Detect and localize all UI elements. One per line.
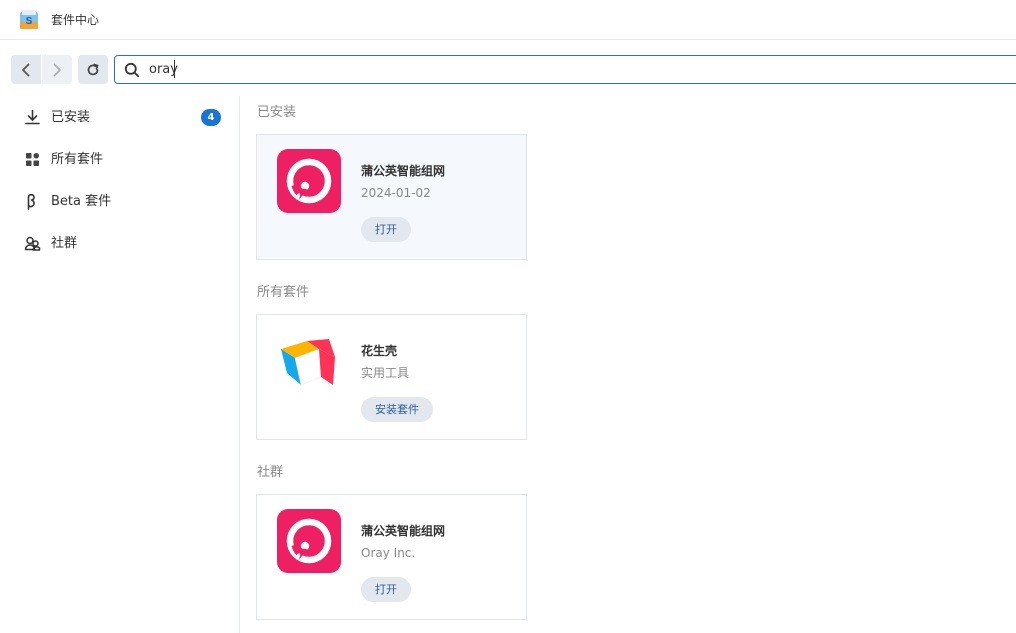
search-input[interactable] — [149, 59, 849, 80]
pgy-logo-icon — [277, 509, 341, 573]
pgy-logo-icon — [277, 149, 341, 213]
toolbar — [0, 40, 1016, 96]
refresh-icon — [87, 63, 99, 75]
community-icon — [24, 235, 41, 252]
section-title-installed: 已安装 — [257, 105, 297, 120]
chevron-left-icon — [22, 63, 30, 76]
hsk-cube-logo-icon — [277, 329, 341, 393]
window-title: 套件中心 — [51, 13, 100, 27]
sidebar-item-label: 已安装 — [51, 110, 91, 125]
package-name: 蒲公英智能组网 — [361, 524, 446, 538]
search-icon — [124, 62, 140, 82]
sidebar-item-installed[interactable]: 已安装 4 — [0, 97, 239, 137]
chevron-right-icon — [53, 63, 61, 76]
package-card-pgy-installed[interactable]: 蒲公英智能组网 2024-01-02 打开 — [256, 134, 527, 260]
section-title-community: 社群 — [257, 465, 284, 480]
nav-group — [11, 55, 72, 84]
beta-icon — [24, 193, 41, 210]
package-card-hsk[interactable]: 花生壳 实用工具 安装套件 — [256, 314, 527, 440]
package-center-icon: S — [18, 9, 40, 31]
sidebar-item-label: 所有套件 — [51, 152, 104, 167]
forward-button[interactable] — [42, 55, 72, 84]
installed-count-badge: 4 — [201, 109, 221, 126]
install-button[interactable]: 安装套件 — [361, 397, 433, 422]
sidebar-item-beta[interactable]: Beta 套件 — [0, 181, 239, 221]
sidebar-item-community[interactable]: 社群 — [0, 223, 239, 263]
sidebar-item-label: 社群 — [51, 236, 78, 251]
open-button[interactable]: 打开 — [361, 577, 411, 602]
open-button[interactable]: 打开 — [361, 217, 411, 242]
package-date: 2024-01-02 — [361, 186, 431, 200]
package-center-window: S 套件中心 oray 已安装 4 所有套件 Beta 套件 社群 已安装 蒲公… — [0, 0, 1016, 633]
sidebar-item-label: Beta 套件 — [51, 194, 112, 209]
package-category: 实用工具 — [361, 366, 410, 380]
sidebar-item-all-packages[interactable]: 所有套件 — [0, 139, 239, 179]
sidebar: 已安装 4 所有套件 Beta 套件 社群 — [0, 96, 240, 633]
text-caret — [174, 60, 175, 78]
refresh-button[interactable] — [78, 55, 108, 84]
package-publisher: Oray Inc. — [361, 546, 416, 560]
title-bar: S 套件中心 — [0, 0, 1016, 40]
package-name: 花生壳 — [361, 344, 398, 358]
section-title-all-packages: 所有套件 — [257, 285, 310, 300]
package-card-pgy-community[interactable]: 蒲公英智能组网 Oray Inc. 打开 — [256, 494, 527, 620]
search-box[interactable] — [114, 55, 1016, 84]
package-name: 蒲公英智能组网 — [361, 164, 446, 178]
grid-icon — [24, 151, 41, 168]
back-button[interactable] — [11, 55, 41, 84]
download-icon — [24, 109, 41, 126]
svg-text:S: S — [26, 16, 33, 27]
